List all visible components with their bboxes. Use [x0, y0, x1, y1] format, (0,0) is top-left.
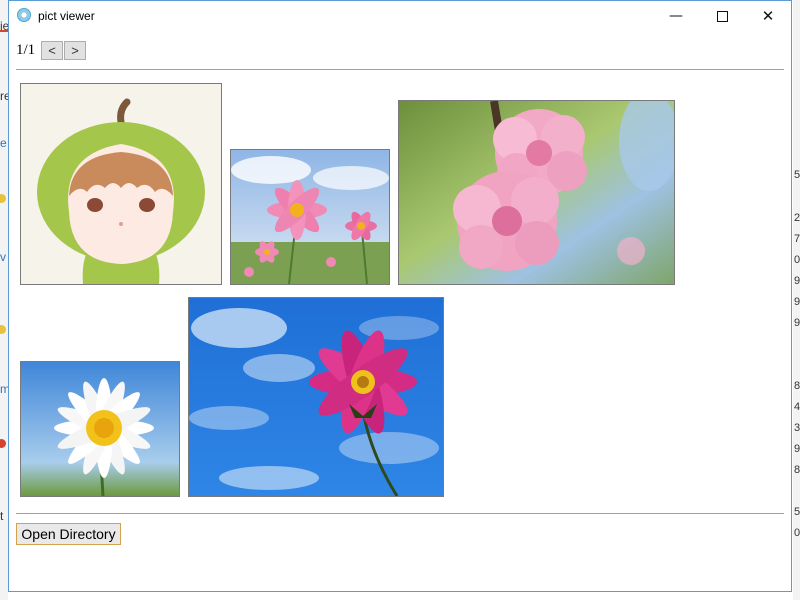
- bg-text-fragment: 9: [794, 296, 800, 308]
- bg-text-fragment: 7: [794, 233, 800, 245]
- app-icon: [17, 8, 31, 22]
- thumbnail-white-daisy[interactable]: [20, 361, 180, 497]
- top-divider: [16, 69, 784, 70]
- thumbnail-magenta-cosmos-sky[interactable]: [188, 297, 444, 497]
- minimize-button[interactable]: —: [653, 1, 699, 32]
- bg-text-fragment: e: [0, 136, 7, 150]
- prev-page-button[interactable]: <: [41, 41, 63, 60]
- bg-text-fragment: 4: [794, 401, 800, 413]
- thumbnail-pink-cosmos-field[interactable]: [230, 149, 390, 285]
- bg-text-fragment: 9: [794, 317, 800, 329]
- pict-viewer-window: pict viewer — ✕ 1/1 < > Open Directory: [8, 0, 792, 592]
- close-icon: ✕: [761, 7, 775, 25]
- bg-text-fragment: v: [0, 250, 6, 264]
- bg-text-fragment: 5: [794, 169, 800, 181]
- maximize-icon: [716, 10, 728, 22]
- minimize-icon: —: [669, 8, 683, 24]
- next-page-button[interactable]: >: [64, 41, 86, 60]
- thumbnail-cartoon-character[interactable]: [20, 83, 222, 285]
- bg-text-fragment: 8: [794, 464, 800, 476]
- cartoon-character-image: [21, 84, 221, 284]
- bg-text-fragment: 3: [794, 422, 800, 434]
- bg-text-fragment: 9: [794, 275, 800, 287]
- thumbnail-peach-blossoms[interactable]: [398, 100, 675, 285]
- window-title: pict viewer: [38, 9, 95, 23]
- bg-text-fragment: t: [0, 509, 4, 523]
- bg-text-fragment: 0: [794, 527, 800, 539]
- maximize-button[interactable]: [699, 1, 745, 32]
- open-directory-button[interactable]: Open Directory: [16, 523, 121, 545]
- background-app-right-edge: 5 2 7 0 9 9 9 8 4 3 9 8 5 0: [793, 0, 800, 600]
- bg-text-fragment: 9: [794, 443, 800, 455]
- bg-accent-bar: [0, 30, 8, 32]
- bg-status-dot: [0, 194, 6, 203]
- close-button[interactable]: ✕: [745, 1, 791, 32]
- background-app-left-edge: ie re e v m t: [0, 0, 11, 600]
- bg-status-dot: [0, 439, 6, 448]
- page-indicator: 1/1: [16, 42, 36, 58]
- bg-text-fragment: 2: [794, 212, 800, 224]
- pink-cosmos-field-image: [231, 150, 389, 284]
- bg-text-fragment: 8: [794, 380, 800, 392]
- peach-blossoms-image: [399, 101, 674, 284]
- bottom-divider: [16, 513, 784, 514]
- white-daisy-image: [21, 362, 179, 496]
- bg-text-fragment: 0: [794, 254, 800, 266]
- bg-text-fragment: 5: [794, 506, 800, 518]
- magenta-cosmos-sky-image: [189, 298, 443, 496]
- title-bar[interactable]: pict viewer — ✕: [9, 1, 791, 32]
- bg-status-dot: [0, 325, 6, 334]
